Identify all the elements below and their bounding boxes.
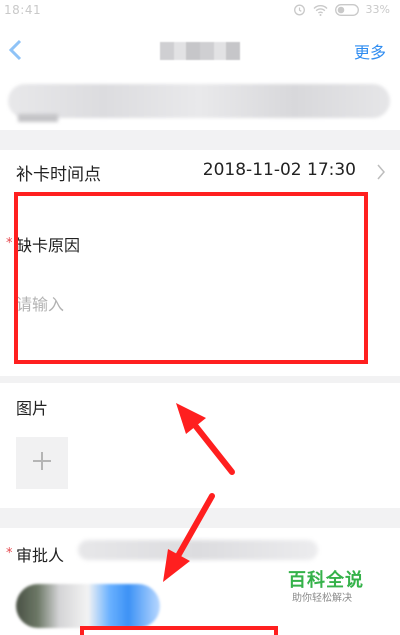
required-marker: * [6,546,13,561]
watermark-title: 百科全说 [288,570,364,591]
image-label: 图片 [16,399,49,418]
supplement-time-label: 补卡时间点 [16,165,101,185]
toggle-icon [334,3,359,16]
battery-percent: 33% [365,3,390,16]
back-arrow-icon[interactable] [6,38,26,62]
approver-avatars-redacted[interactable] [16,584,160,628]
approver-label: 审批人 [16,546,65,565]
chevron-right-icon [376,164,386,184]
status-icons: 33% [293,3,390,16]
app-header: 更多 [0,26,400,74]
add-image-button[interactable] [16,437,68,489]
app-screen: 18:41 33% 更多 补卡时间点 2018-11-02 17:30 * 缺卡… [0,0,400,635]
summary-caption-blur [18,114,58,122]
supplement-time-value: 2018-11-02 17:30 [202,160,356,180]
summary-blur [8,84,390,118]
watermark-subtitle: 助你轻松解决 [292,593,352,604]
approver-hint-redacted [78,540,318,560]
status-bar: 18:41 33% [0,0,400,26]
required-marker: * [6,236,13,251]
supplement-time-row[interactable]: 补卡时间点 2018-11-02 17:30 [0,150,400,192]
plus-icon [31,450,53,476]
image-section: 图片 [0,383,400,508]
page-title-redacted [160,42,240,60]
watermark: 百科全说 助你轻松解决 [276,570,386,610]
wifi-icon [313,4,328,16]
annotation-highlight-box [14,192,368,364]
summary-card-redacted [0,74,400,130]
annotation-highlight-box-bottom [80,626,278,635]
status-time: 18:41 [4,3,42,17]
alarm-icon [293,3,306,16]
more-button[interactable]: 更多 [354,39,386,63]
